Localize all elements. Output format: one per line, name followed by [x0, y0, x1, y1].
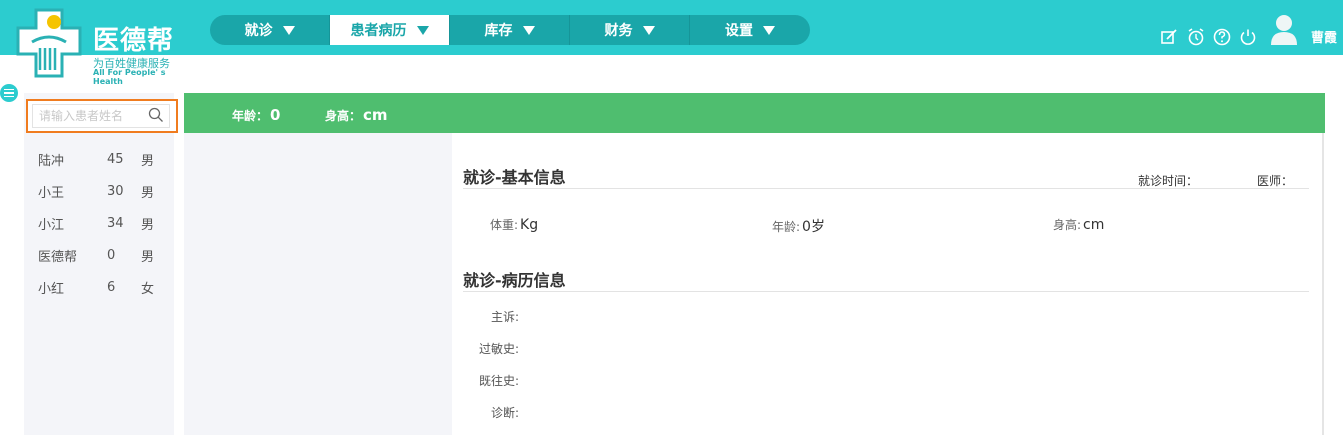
user-name[interactable]: 曹霞 — [1311, 27, 1337, 46]
triangle-down-icon — [416, 25, 429, 35]
weight-value: Kg — [520, 217, 539, 233]
list-item[interactable]: 小王 30 男 — [24, 175, 174, 207]
height-label: 身高: — [1053, 218, 1082, 232]
app-logo[interactable]: 医德帮 为百姓健康服务 All For People' s Health — [0, 0, 190, 86]
patient-age: 34 — [107, 215, 124, 231]
nav-item-label: 财务 — [604, 23, 633, 39]
main-nav: 就诊 患者病历 库存 财务 设置 — [210, 15, 810, 45]
divider — [463, 291, 1309, 292]
app-tagline-en: All For People' s Health — [93, 68, 166, 86]
patient-list: 陆冲 45 男 小王 30 男 小江 34 男 医德帮 0 男 小红 6 女 — [24, 143, 174, 303]
patient-age: 0 — [107, 247, 116, 263]
nav-item-visit[interactable]: 就诊 — [210, 15, 330, 45]
nav-item-label: 库存 — [484, 23, 513, 39]
info-height: 身高： cm — [325, 106, 388, 124]
list-item[interactable]: 小红 6 女 — [24, 271, 174, 303]
list-item[interactable]: 陆冲 45 男 — [24, 143, 174, 175]
patient-age: 45 — [107, 151, 124, 167]
patient-info-bar: 年龄： 0 身高： cm — [184, 93, 1325, 133]
info-age-value: 0 — [270, 106, 281, 124]
patient-name: 医德帮 — [38, 249, 78, 265]
divider — [463, 188, 1309, 189]
nav-item-label: 设置 — [725, 23, 753, 39]
search-box — [26, 99, 178, 133]
age-field: 年龄: 0岁 — [772, 216, 825, 236]
height-field: 身高: cm — [1053, 216, 1104, 233]
age-label: 年龄: — [772, 220, 801, 234]
info-height-label: 身高： — [325, 109, 362, 123]
patient-name: 陆冲 — [38, 153, 65, 169]
allergy-history-label: 过敏史: — [478, 342, 519, 356]
info-height-value: cm — [363, 106, 388, 124]
visit-time-label: 就诊时间： — [1138, 174, 1199, 188]
patient-age: 6 — [107, 279, 116, 295]
menu-icon[interactable] — [0, 84, 18, 102]
basic-info-title: 就诊-基本信息 — [463, 168, 566, 187]
diagnosis-label: 诊断: — [490, 406, 519, 420]
height-value: cm — [1083, 217, 1105, 233]
nav-item-patient-records[interactable]: 患者病历 — [330, 15, 450, 45]
nav-item-inventory[interactable]: 库存 — [450, 15, 570, 45]
patient-sex: 男 — [141, 249, 155, 265]
search-icon[interactable] — [148, 107, 164, 123]
logo-cross-icon — [16, 8, 82, 78]
app-name: 医德帮 — [93, 26, 175, 56]
weight-field: 体重: Kg — [490, 216, 538, 233]
info-age: 年龄： 0 — [232, 106, 280, 124]
help-icon[interactable] — [1213, 28, 1231, 46]
patient-age: 30 — [107, 183, 124, 199]
doctor-label: 医师： — [1257, 174, 1294, 188]
edit-icon[interactable] — [1160, 28, 1178, 46]
patient-sex: 男 — [141, 217, 155, 233]
alarm-icon[interactable] — [1187, 28, 1205, 46]
nav-item-settings[interactable]: 设置 — [690, 15, 810, 45]
past-history-label: 既往史: — [478, 374, 519, 388]
patient-name: 小红 — [38, 281, 65, 297]
patient-sex: 女 — [141, 281, 155, 297]
chief-complaint-label: 主诉: — [490, 310, 519, 324]
record-list-pane — [184, 133, 452, 435]
record-detail: 就诊-基本信息 就诊时间： 医师： 体重: Kg 年龄: 0岁 身高: cm 就诊-病… — [452, 133, 1324, 435]
triangle-down-icon — [763, 25, 775, 35]
avatar[interactable] — [1269, 13, 1299, 45]
triangle-down-icon — [522, 25, 535, 35]
weight-label: 体重: — [490, 218, 519, 232]
triangle-down-icon — [642, 25, 655, 35]
nav-item-label: 患者病历 — [350, 23, 407, 39]
patient-sex: 男 — [141, 153, 155, 169]
age-value: 0岁 — [802, 219, 825, 235]
list-item[interactable]: 小江 34 男 — [24, 207, 174, 239]
power-icon[interactable] — [1239, 28, 1257, 46]
triangle-down-icon — [282, 25, 295, 35]
nav-item-label: 就诊 — [244, 23, 273, 39]
patient-name: 小王 — [38, 185, 65, 201]
info-age-label: 年龄： — [232, 109, 269, 123]
patient-sidebar: 陆冲 45 男 小王 30 男 小江 34 男 医德帮 0 男 小红 6 女 — [24, 93, 178, 435]
patient-name: 小江 — [38, 217, 65, 233]
record-info-title: 就诊-病历信息 — [463, 271, 566, 290]
patient-sex: 男 — [141, 185, 155, 201]
nav-item-finance[interactable]: 财务 — [570, 15, 690, 45]
list-item[interactable]: 医德帮 0 男 — [24, 239, 174, 271]
